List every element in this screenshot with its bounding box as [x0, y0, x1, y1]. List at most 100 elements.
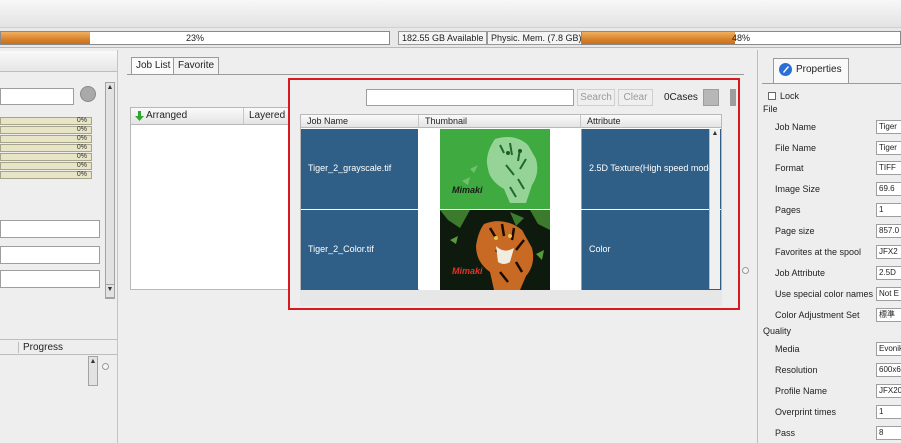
progress-table-header: Progress: [0, 339, 117, 355]
progress-cell: 0%: [0, 126, 92, 134]
memory-label: Physic. Mem. (7.8 GB): [487, 31, 586, 45]
progress-cell: 0%: [0, 153, 92, 161]
field-label: Color Adjustment Set: [775, 310, 860, 320]
tab-properties[interactable]: Properties: [773, 58, 849, 83]
quality-section-title: Quality: [763, 326, 792, 336]
field-label: Job Attribute: [775, 268, 826, 278]
tab-favorite[interactable]: Favorite: [173, 57, 220, 74]
field-label: Image Size: [775, 184, 821, 194]
progress-cell: 0%: [0, 144, 92, 152]
format-field[interactable]: TIFF: [876, 161, 901, 175]
resolution-field[interactable]: 600x60: [876, 363, 901, 377]
field-label: Overprint times: [775, 407, 837, 417]
file-name-field[interactable]: Tiger: [876, 141, 901, 155]
logo-text: Mimaki: [452, 266, 483, 276]
arrow-down-icon: [135, 111, 144, 121]
disk-usage-percent: 23%: [185, 33, 204, 43]
progress-cell: 0%: [0, 135, 92, 143]
left-panel-header: [0, 51, 117, 72]
job-name-text: Tiger_2_Color.tif: [308, 244, 374, 254]
profile-name-field[interactable]: JFX20: [876, 384, 901, 398]
job-table-scrollbar[interactable]: ▲: [709, 129, 720, 289]
progress-table-scrollbar[interactable]: ▲: [88, 356, 98, 386]
special-color-field[interactable]: Not E: [876, 287, 901, 301]
pass-field[interactable]: 8: [876, 426, 901, 440]
splitter-handle[interactable]: [742, 267, 749, 274]
filter-icon[interactable]: [703, 89, 719, 106]
field-label: Use special color names: [775, 289, 874, 299]
field-label: Profile Name: [775, 386, 828, 396]
thumbnail-cell[interactable]: Mimaki: [419, 129, 581, 209]
disk-usage-bar: 23%: [0, 31, 390, 45]
refresh-icon[interactable]: [80, 86, 96, 102]
image-size-field[interactable]: 69.6: [876, 182, 901, 196]
field-label: Job Name: [775, 122, 817, 132]
search-button[interactable]: Search: [577, 89, 615, 106]
media-field[interactable]: Evonik: [876, 342, 901, 356]
job-name-cell[interactable]: Tiger_2_Color.tif: [301, 210, 418, 290]
panel-toggle-handle[interactable]: [730, 89, 736, 106]
column-header-job-name[interactable]: Job Name: [301, 115, 419, 128]
scroll-up-icon[interactable]: ▲: [106, 83, 114, 92]
left-field-2[interactable]: [0, 246, 100, 264]
field-label: File Name: [775, 143, 817, 153]
left-field-3[interactable]: [0, 270, 100, 288]
disk-available-text: 182.55 GB Available: [398, 31, 488, 45]
pages-field[interactable]: 1: [876, 203, 901, 217]
field-label: Format: [775, 163, 804, 173]
job-name-field[interactable]: Tiger: [876, 120, 901, 134]
properties-tab-label: Properties: [796, 64, 842, 75]
color-adjustment-field[interactable]: 標準: [876, 308, 901, 322]
page-size-field[interactable]: 857.0: [876, 224, 901, 238]
memory-usage-bar: 48%: [581, 31, 901, 45]
scroll-down-button[interactable]: ▼: [105, 284, 115, 298]
layered-column-header[interactable]: Layered: [243, 108, 285, 124]
status-bar: 23% 182.55 GB Available Physic. Mem. (7.…: [0, 28, 901, 48]
field-label: Pages: [775, 205, 801, 215]
attribute-text: Color: [589, 244, 611, 254]
job-name-text: Tiger_2_grayscale.tif: [308, 163, 392, 173]
progress-column-header: Progress: [18, 342, 63, 353]
lock-label: Lock: [780, 91, 800, 101]
field-label: Media: [775, 344, 800, 354]
field-label: Resolution: [775, 365, 818, 375]
tab-job-list[interactable]: Job List: [131, 57, 176, 75]
field-label: Page size: [775, 226, 815, 236]
memory-usage-percent: 48%: [731, 33, 750, 43]
splitter-handle[interactable]: [102, 363, 109, 370]
progress-cell: 0%: [0, 171, 92, 179]
thumbnail-cell[interactable]: Mimaki: [419, 210, 581, 290]
left-panel-scrollbar[interactable]: ▲: [105, 82, 115, 299]
job-table-area: Search Clear 0Cases Job Name Thumbnail A…: [288, 78, 740, 310]
column-header-attribute[interactable]: Attribute: [581, 115, 721, 128]
properties-panel: Properties Lock File Job Name Tiger File…: [757, 50, 901, 443]
attribute-cell[interactable]: 2.5D Texture(High speed mode): [581, 129, 721, 209]
scroll-up-icon[interactable]: ▲: [710, 129, 720, 138]
job-name-cell[interactable]: Tiger_2_grayscale.tif: [301, 129, 418, 209]
field-label: Favorites at the spool: [775, 247, 862, 257]
lock-checkbox[interactable]: [768, 92, 776, 100]
tiger-color-thumbnail: Mimaki: [440, 210, 550, 290]
printer-select-field[interactable]: [0, 88, 74, 105]
table-row[interactable]: Tiger_2_Color.tif Mimaki Color: [301, 210, 721, 290]
overprint-field[interactable]: 1: [876, 405, 901, 419]
job-attribute-field[interactable]: 2.5D: [876, 266, 901, 280]
progress-cell: 0%: [0, 117, 92, 125]
attribute-text: 2.5D Texture(High speed mode): [589, 163, 717, 173]
attribute-cell[interactable]: Color: [581, 210, 721, 290]
clear-button[interactable]: Clear: [618, 89, 653, 106]
progress-cell: 0%: [0, 162, 92, 170]
scroll-up-icon[interactable]: ▲: [89, 357, 97, 366]
favorites-field[interactable]: JFX2: [876, 245, 901, 259]
left-panel: ▲ 0% 0% 0% 0% 0% 0% 0% ▼ Progress ▲: [0, 50, 118, 443]
search-input[interactable]: [366, 89, 574, 106]
tiger-grayscale-thumbnail: Mimaki: [440, 129, 550, 209]
column-header-thumbnail[interactable]: Thumbnail: [419, 115, 581, 128]
left-field-1[interactable]: [0, 220, 100, 238]
arranged-column-header[interactable]: Arranged: [146, 108, 187, 124]
table-row[interactable]: Tiger_2_grayscale.tif Mimaki 2.5D Textur…: [301, 129, 721, 209]
arranged-list-header: Arranged Layered: [131, 108, 299, 125]
job-table-header: Job Name Thumbnail Attribute: [301, 115, 721, 128]
field-label: Pass: [775, 428, 796, 438]
scroll-down-icon[interactable]: ▼: [106, 285, 114, 294]
